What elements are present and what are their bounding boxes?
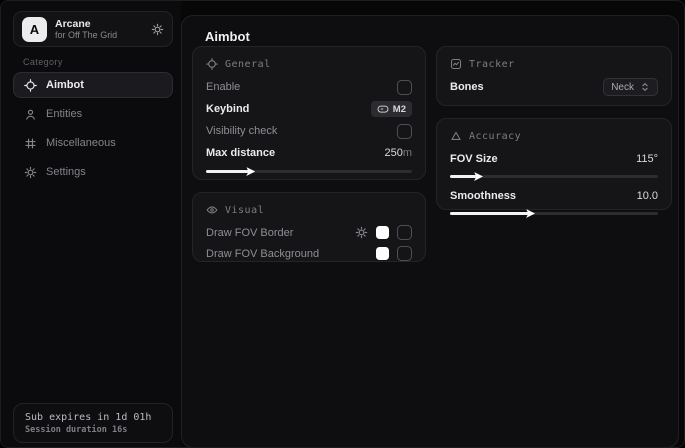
gear-icon[interactable] bbox=[151, 23, 164, 36]
sidebar-item-label: Settings bbox=[46, 166, 86, 178]
max-distance-row: Max distance 250m bbox=[206, 142, 412, 164]
visibility-check-row: Visibility check bbox=[206, 120, 412, 142]
tracker-card: Tracker Bones Neck bbox=[436, 46, 672, 106]
smoothness-label: Smoothness bbox=[450, 190, 516, 202]
accuracy-card: Accuracy FOV Size 115° Smoothness 10.0 bbox=[436, 118, 672, 210]
fov-background-color-swatch[interactable] bbox=[376, 247, 389, 260]
fov-background-checkbox[interactable] bbox=[397, 246, 412, 261]
brand-logo: A bbox=[22, 17, 47, 42]
category-label: Category bbox=[23, 57, 63, 67]
eye-icon bbox=[206, 204, 218, 216]
crosshair-icon bbox=[24, 79, 37, 92]
subscription-info: Sub expires in 1d 01h Session duration 1… bbox=[13, 403, 173, 443]
sidebar-item-settings[interactable]: Settings bbox=[13, 159, 173, 185]
fov-size-slider-handle[interactable] bbox=[474, 172, 483, 181]
enable-label: Enable bbox=[206, 81, 240, 93]
accuracy-card-title: Accuracy bbox=[469, 131, 521, 142]
grid-icon bbox=[24, 137, 37, 150]
general-card: General Enable Keybind M2 Visib bbox=[192, 46, 426, 180]
smoothness-row: Smoothness 10.0 bbox=[450, 185, 658, 206]
sidebar-item-label: Aimbot bbox=[46, 79, 84, 91]
tracker-card-header: Tracker bbox=[450, 55, 658, 73]
sub-expires-text: Sub expires in 1d 01h bbox=[25, 411, 161, 424]
bones-row: Bones Neck bbox=[450, 76, 658, 98]
fov-size-row: FOV Size 115° bbox=[450, 148, 658, 169]
fov-border-label: Draw FOV Border bbox=[206, 227, 293, 239]
sidebar-item-aimbot[interactable]: Aimbot bbox=[13, 72, 173, 98]
visual-card-title: Visual bbox=[225, 205, 264, 216]
tracker-card-title: Tracker bbox=[469, 59, 515, 70]
sidebar-item-label: Entities bbox=[46, 108, 82, 120]
gear-icon[interactable] bbox=[355, 226, 368, 239]
activity-icon bbox=[450, 58, 462, 70]
smoothness-value: 10.0 bbox=[637, 190, 658, 202]
visual-card-header: Visual bbox=[206, 201, 412, 219]
brand-text: Arcane for Off The Grid bbox=[55, 18, 151, 41]
general-card-title: General bbox=[225, 59, 271, 70]
fov-background-row: Draw FOV Background bbox=[206, 243, 412, 264]
keybind-row: Keybind M2 bbox=[206, 98, 412, 120]
brand-card: A Arcane for Off The Grid bbox=[13, 11, 173, 47]
fov-border-row: Draw FOV Border bbox=[206, 222, 412, 243]
fov-size-slider-fill bbox=[450, 175, 477, 178]
enable-checkbox[interactable] bbox=[397, 80, 412, 95]
gear-icon bbox=[24, 166, 37, 179]
person-icon bbox=[24, 108, 37, 121]
sidebar-item-label: Miscellaneous bbox=[46, 137, 116, 149]
triangle-icon bbox=[450, 130, 462, 142]
fov-size-slider[interactable] bbox=[450, 175, 658, 178]
brand-name: Arcane bbox=[55, 18, 151, 30]
fov-border-color-swatch[interactable] bbox=[376, 226, 389, 239]
page-title: Aimbot bbox=[205, 29, 250, 44]
sidebar-nav: Aimbot Entities Miscellaneous bbox=[13, 72, 173, 188]
fov-background-controls bbox=[376, 246, 412, 261]
visual-card: Visual Draw FOV Border Draw FOV Back bbox=[192, 192, 426, 262]
visibility-check-checkbox[interactable] bbox=[397, 124, 412, 139]
fov-size-value: 115° bbox=[636, 153, 658, 165]
enable-row: Enable bbox=[206, 76, 412, 98]
accuracy-card-header: Accuracy bbox=[450, 127, 658, 145]
mouse-icon bbox=[377, 103, 389, 115]
max-distance-unit: m bbox=[403, 147, 412, 159]
fov-border-checkbox[interactable] bbox=[397, 225, 412, 240]
keybind-badge[interactable]: M2 bbox=[371, 101, 412, 117]
max-distance-slider-handle[interactable] bbox=[246, 167, 255, 176]
smoothness-slider[interactable] bbox=[450, 212, 658, 215]
fov-size-label: FOV Size bbox=[450, 153, 498, 165]
crosshair-icon bbox=[206, 58, 218, 70]
max-distance-value: 250m bbox=[384, 147, 412, 159]
sidebar-item-miscellaneous[interactable]: Miscellaneous bbox=[13, 130, 173, 156]
general-card-header: General bbox=[206, 55, 412, 73]
keybind-value: M2 bbox=[393, 104, 406, 115]
sidebar-item-entities[interactable]: Entities bbox=[13, 101, 173, 127]
max-distance-slider[interactable] bbox=[206, 170, 412, 173]
bones-select[interactable]: Neck bbox=[603, 78, 658, 96]
app-window: A Arcane for Off The Grid Category bbox=[0, 0, 685, 448]
fov-border-controls bbox=[355, 225, 412, 240]
max-distance-label: Max distance bbox=[206, 147, 275, 159]
brand-logo-letter: A bbox=[30, 22, 39, 37]
bones-selected-value: Neck bbox=[611, 82, 634, 93]
sidebar: A Arcane for Off The Grid Category bbox=[1, 1, 181, 448]
visibility-check-label: Visibility check bbox=[206, 125, 277, 137]
main-panel: Aimbot General Enable Keybind bbox=[181, 15, 679, 448]
max-distance-slider-fill bbox=[206, 170, 249, 173]
brand-subtitle: for Off The Grid bbox=[55, 30, 151, 41]
smoothness-slider-handle[interactable] bbox=[526, 209, 535, 218]
session-duration-text: Session duration 16s bbox=[25, 424, 161, 436]
unfold-icon bbox=[640, 82, 650, 92]
bones-label: Bones bbox=[450, 81, 484, 93]
keybind-label: Keybind bbox=[206, 103, 249, 115]
fov-background-label: Draw FOV Background bbox=[206, 248, 319, 260]
smoothness-slider-fill bbox=[450, 212, 529, 215]
